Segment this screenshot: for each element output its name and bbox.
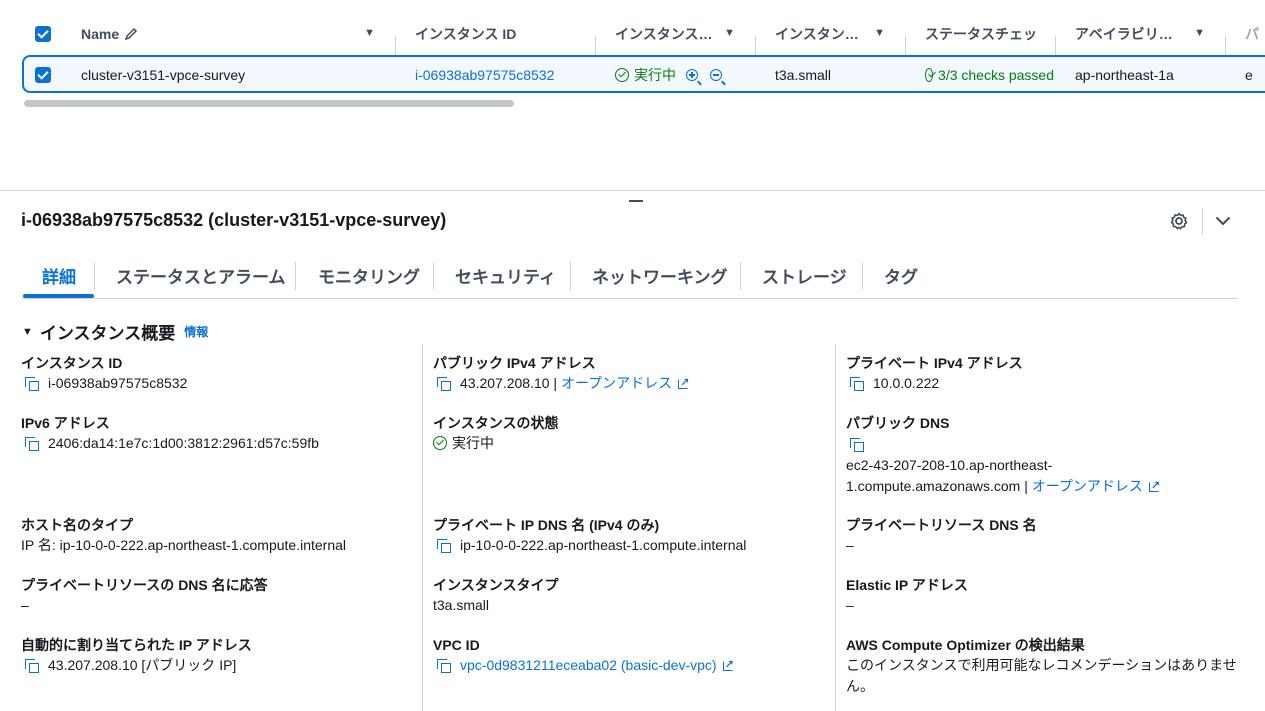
column-divider — [835, 344, 836, 711]
row-instance-id-link[interactable]: i-06938ab97575c8532 — [415, 57, 595, 93]
field-instance-id: インスタンス ID i-06938ab97575c8532 — [21, 355, 188, 391]
sort-icon[interactable]: ▼ — [724, 27, 735, 39]
field-public-ipv4: パブリック IPv4 アドレス 43.207.208.10 | オープンアドレス — [433, 353, 689, 393]
column-header-instance-state[interactable]: インスタンス… ▼ — [615, 14, 747, 54]
success-check-icon — [925, 68, 934, 82]
tab-divider — [570, 262, 571, 290]
column-header-instance-id[interactable]: インスタンス ID — [415, 14, 587, 54]
row-status-checks: 3/3 checks passed — [925, 57, 1054, 93]
table-row[interactable]: cluster-v3151-vpce-survey i-06938ab97575… — [22, 55, 1265, 93]
field-instance-type: インスタンスタイプ t3a.small — [433, 577, 559, 615]
tab-networking[interactable]: ネットワーキング — [592, 255, 728, 295]
active-tab-indicator — [23, 294, 94, 298]
zoom-in-icon[interactable] — [686, 69, 698, 81]
column-header-status-check[interactable]: ステータスチェッ — [925, 14, 1047, 54]
detail-tabs: 詳細 ステータスとアラーム モニタリング セキュリティ ネットワーキング ストレ… — [22, 255, 1238, 299]
instances-table: Name ▼ インスタンス ID インスタンス… ▼ インスタン… ▼ ステータ… — [0, 0, 1265, 190]
field-ipv6-address: IPv6 アドレス 2406:da14:1e7c:1d00:3812:2961:… — [21, 415, 319, 451]
success-check-icon — [433, 436, 447, 450]
copy-icon[interactable] — [25, 376, 39, 391]
column-header-public-dns[interactable]: パ — [1245, 14, 1265, 54]
row-public-dns: e — [1245, 67, 1253, 83]
copy-icon[interactable] — [25, 436, 39, 451]
select-all-checkbox[interactable] — [35, 26, 51, 42]
column-header-name[interactable]: Name ▼ — [81, 14, 387, 54]
external-link-icon[interactable] — [1148, 476, 1160, 496]
horizontal-scrollbar[interactable] — [24, 100, 514, 107]
caret-down-icon[interactable]: ▼ — [22, 326, 33, 338]
tab-storage[interactable]: ストレージ — [762, 255, 847, 295]
copy-icon[interactable] — [437, 376, 451, 391]
row-state: 実行中 — [615, 57, 765, 93]
field-private-ipv4: プライベート IPv4 アドレス 10.0.0.222 — [846, 355, 1023, 391]
column-divider — [422, 344, 423, 711]
tab-divider — [94, 262, 95, 290]
row-availability-zone: ap-northeast-1a — [1075, 67, 1174, 83]
column-header-instance-type[interactable]: インスタン… ▼ — [775, 14, 897, 54]
sort-icon[interactable]: ▼ — [364, 27, 375, 39]
tab-details[interactable]: 詳細 — [42, 255, 76, 295]
copy-icon[interactable] — [25, 658, 39, 673]
tab-divider — [862, 262, 863, 290]
row-checkbox[interactable] — [35, 67, 51, 83]
resize-handle[interactable] — [629, 200, 643, 202]
chevron-down-icon[interactable] — [1214, 212, 1232, 230]
row-name: cluster-v3151-vpce-survey — [81, 67, 246, 83]
copy-icon[interactable] — [437, 658, 451, 673]
field-auto-assigned-ip: 自動的に割り当てられた IP アドレス 43.207.208.10 [パブリック… — [21, 637, 252, 673]
info-link[interactable]: 情報 — [184, 323, 208, 340]
tab-divider — [433, 262, 434, 290]
success-check-icon — [615, 68, 629, 82]
open-address-link[interactable]: オープンアドレス — [1032, 476, 1143, 496]
field-private-ip-dns: プライベート IP DNS 名 (IPv4 のみ) ip-10-0-0-222.… — [433, 517, 747, 553]
tab-tags[interactable]: タグ — [884, 255, 918, 295]
gear-icon[interactable] — [1169, 211, 1189, 231]
tab-divider — [295, 262, 296, 290]
edit-pencil-icon — [124, 27, 138, 41]
detail-title: i-06938ab97575c8532 (cluster-v3151-vpce-… — [21, 210, 447, 230]
vpc-link[interactable]: vpc-0d9831211eceaba02 (basic-dev-vpc) — [460, 655, 717, 675]
copy-icon[interactable] — [437, 538, 451, 553]
field-hostname-type: ホスト名のタイプ IP 名: ip-10-0-0-222.ap-northeas… — [21, 517, 347, 553]
field-vpc-id: VPC ID vpc-0d9831211eceaba02 (basic-dev-… — [433, 635, 734, 675]
section-header-instance-summary[interactable]: ▼ インスタンス概要 情報 — [22, 319, 208, 344]
tab-divider — [740, 262, 741, 290]
open-address-link[interactable]: オープンアドレス — [561, 373, 672, 393]
field-public-dns: パブリック DNS ec2-43-207-208-10.ap-northeast… — [846, 413, 1160, 496]
tab-status-alarms[interactable]: ステータスとアラーム — [116, 255, 286, 295]
header-divider — [1202, 208, 1203, 234]
field-compute-optimizer: AWS Compute Optimizer の検出結果 このインスタンスで利用可… — [846, 637, 1237, 694]
table-header: Name ▼ インスタンス ID インスタンス… ▼ インスタン… ▼ ステータ… — [0, 14, 1265, 58]
copy-icon[interactable] — [850, 437, 864, 452]
field-instance-state: インスタンスの状態 実行中 — [433, 415, 559, 451]
split-panel-divider — [0, 190, 1265, 191]
field-elastic-ip: Elastic IP アドレス – — [846, 577, 968, 613]
sort-icon[interactable]: ▼ — [874, 27, 885, 39]
instance-type-link[interactable]: t3a.small — [433, 595, 558, 615]
external-link-icon[interactable] — [678, 373, 689, 393]
sort-icon[interactable]: ▼ — [1194, 27, 1205, 39]
tab-monitoring[interactable]: モニタリング — [318, 255, 420, 295]
field-private-resource-dns: プライベートリソース DNS 名 – — [846, 517, 1037, 553]
external-link-icon[interactable] — [722, 655, 734, 675]
column-header-availability-zone[interactable]: アベイラビリテ… ▼ — [1075, 14, 1217, 54]
tab-security[interactable]: セキュリティ — [455, 255, 556, 295]
row-instance-type: t3a.small — [775, 67, 832, 83]
zoom-out-icon[interactable] — [710, 69, 722, 81]
copy-icon[interactable] — [850, 376, 864, 391]
field-answer-private-dns: プライベートリソースの DNS 名に応答 – — [21, 577, 268, 613]
